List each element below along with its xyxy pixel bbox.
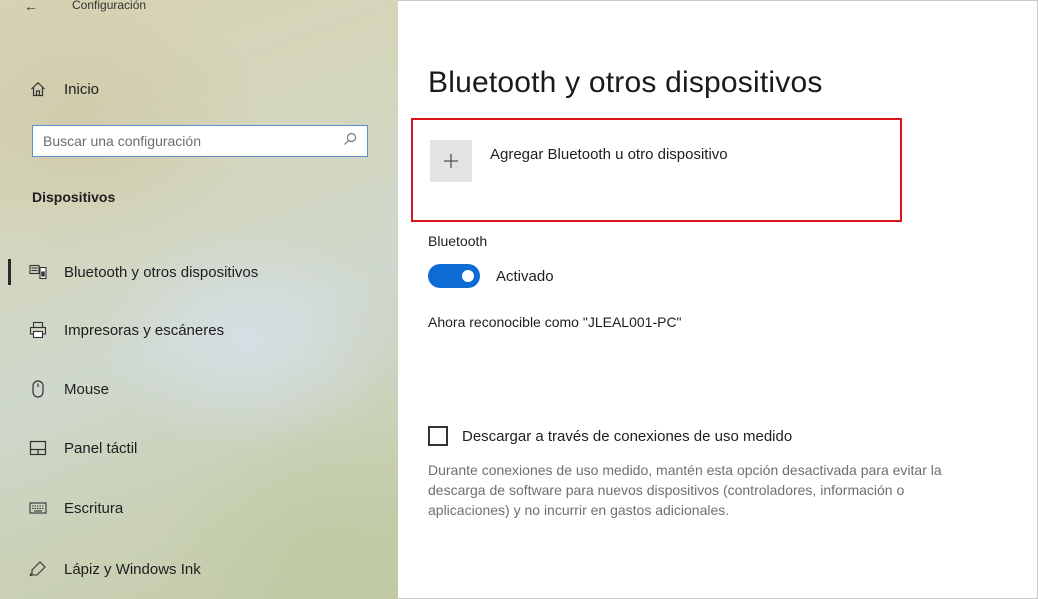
keyboard-icon	[28, 498, 48, 518]
page-title: Bluetooth y otros dispositivos	[428, 66, 823, 99]
sidebar-item-home[interactable]: Inicio	[0, 78, 99, 100]
sidebar-item-bluetooth[interactable]: Bluetooth y otros dispositivos	[0, 260, 258, 284]
sidebar-item-mouse[interactable]: Mouse	[0, 377, 109, 401]
sidebar-item-touchpad[interactable]: Panel táctil	[0, 436, 137, 460]
mouse-icon	[28, 379, 48, 399]
sidebar-item-pen[interactable]: Lápiz y Windows Ink	[0, 557, 201, 581]
search-input[interactable]	[43, 133, 343, 149]
main-panel: Bluetooth y otros dispositivos Agregar B…	[398, 0, 1036, 599]
plus-icon	[430, 140, 472, 182]
bluetooth-label: Bluetooth	[428, 233, 488, 249]
metered-description: Durante conexiones de uso medido, mantén…	[428, 462, 942, 518]
home-icon	[28, 79, 48, 99]
sidebar-item-label: Bluetooth y otros dispositivos	[64, 263, 259, 281]
bluetooth-toggle[interactable]	[428, 264, 480, 288]
toggle-state-label: Activado	[496, 267, 554, 285]
checkbox-label: Descargar a través de conexiones de uso …	[462, 427, 793, 445]
sidebar-item-label: Impresoras y escáneres	[64, 321, 225, 339]
app-title: Configuración	[72, 0, 147, 12]
search-icon[interactable]	[343, 132, 357, 151]
bluetooth-devices-icon	[28, 262, 48, 282]
section-heading: Dispositivos	[32, 189, 116, 205]
back-arrow-icon[interactable]: ←	[24, 0, 42, 14]
printer-icon	[28, 320, 48, 340]
title-bar: ← Configuración	[24, 0, 146, 22]
sidebar-item-typing[interactable]: Escritura	[0, 496, 123, 520]
discoverable-text: Ahora reconocible como "JLEAL001-PC"	[428, 314, 682, 330]
add-device-button[interactable]: Agregar Bluetooth u otro dispositivo	[430, 140, 728, 182]
sidebar-item-label: Panel táctil	[64, 439, 138, 457]
sidebar-item-printers[interactable]: Impresoras y escáneres	[0, 318, 224, 342]
sidebar-item-label: Mouse	[64, 380, 110, 398]
metered-download-row[interactable]: Descargar a través de conexiones de uso …	[428, 426, 792, 446]
touchpad-icon	[28, 438, 48, 458]
sidebar: ← Configuración Inicio Dispositivos Blue…	[0, 0, 398, 599]
pen-icon	[28, 559, 48, 579]
sidebar-item-label: Lápiz y Windows Ink	[64, 560, 201, 578]
metered-download-checkbox[interactable]	[428, 426, 448, 446]
search-box	[32, 125, 368, 157]
bluetooth-toggle-row: Activado	[428, 264, 554, 288]
toggle-knob	[462, 270, 474, 282]
sidebar-item-label: Escritura	[64, 499, 124, 517]
sidebar-item-label: Inicio	[64, 80, 100, 98]
add-device-label: Agregar Bluetooth u otro dispositivo	[490, 146, 728, 163]
